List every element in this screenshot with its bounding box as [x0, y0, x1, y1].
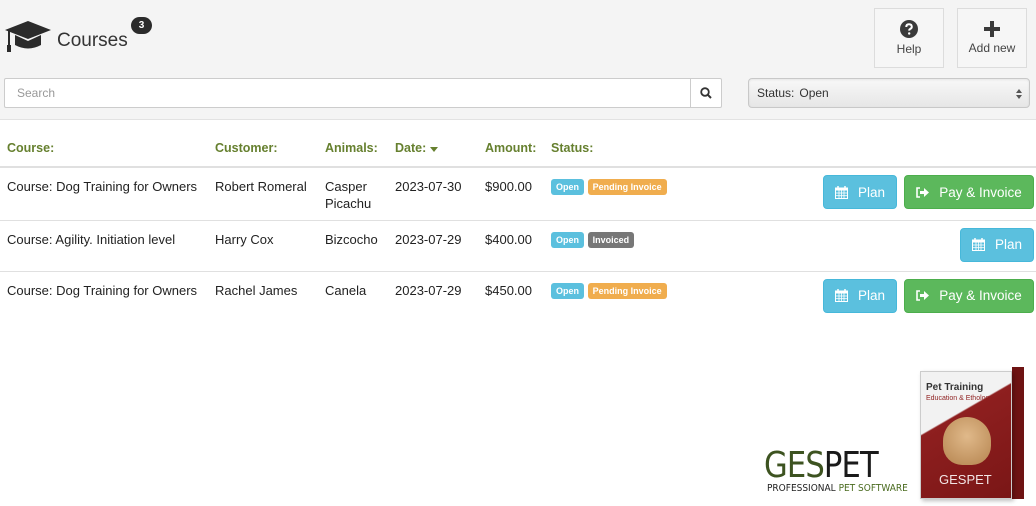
help-label: Help: [896, 42, 922, 56]
pay-invoice-label: Pay & Invoice: [939, 184, 1022, 200]
product-box-image: Pet Training Education & Ethology GESPET: [920, 371, 1012, 499]
plan-button-label: Plan: [857, 288, 886, 303]
cell-course: Course: Dog Training for Owners: [7, 282, 198, 298]
column-header-customer[interactable]: Customer:: [208, 130, 318, 168]
product-box-brand: GESPET: [939, 472, 992, 487]
page-title: Courses: [57, 30, 128, 51]
column-header-status[interactable]: Status:: [544, 130, 727, 168]
top-bar: Courses 3 Help Add new Status: Open: [0, 0, 1036, 120]
question-circle-icon: [900, 20, 918, 38]
cell-amount: $400.00: [478, 220, 544, 272]
cell-date: 2023-07-30: [388, 167, 478, 221]
plan-button[interactable]: Plan: [823, 278, 897, 313]
sign-out-icon: [916, 290, 930, 301]
column-header-date[interactable]: Date:: [388, 130, 478, 168]
status-badge: Open: [551, 179, 585, 195]
plan-button-label: Plan: [857, 184, 886, 200]
invoice-status-badge: Pending Invoice: [587, 179, 667, 195]
pay-invoice-button[interactable]: Pay & Invoice: [904, 278, 1034, 313]
plan-button[interactable]: Plan: [960, 227, 1034, 262]
column-header-amount[interactable]: Amount:: [478, 130, 544, 168]
cell-actions: Plan Pay & Invoice: [726, 271, 1036, 322]
pay-invoice-label: Pay & Invoice: [939, 288, 1022, 303]
column-header-course[interactable]: Course:: [0, 130, 208, 168]
product-box-title: Pet Training: [926, 382, 984, 393]
course-count-badge: 3: [131, 17, 152, 34]
add-new-label: Add new: [968, 41, 1016, 55]
table-row[interactable]: Course: Dog Training for Owners Rachel J…: [0, 271, 1036, 322]
logo-part-pet: PET: [823, 445, 879, 486]
add-new-button[interactable]: Add new: [957, 8, 1027, 68]
invoice-status-badge: Pending Invoice: [587, 282, 667, 299]
cell-status: Open Invoiced: [544, 220, 727, 272]
cell-animals: Casper Picachu: [318, 167, 388, 221]
column-header-animals[interactable]: Animals:: [318, 130, 388, 168]
cell-date: 2023-07-29: [388, 220, 478, 272]
product-box-subtitle: Education & Ethology: [926, 395, 993, 402]
invoice-status-badge: Invoiced: [587, 231, 635, 248]
cell-customer: Harry Cox: [208, 220, 318, 272]
cell-actions: Plan Pay & Invoice: [726, 167, 1036, 221]
status-filter-prefix: Status:: [757, 86, 795, 100]
cell-actions: Plan: [726, 220, 1036, 272]
sign-out-icon: [916, 186, 930, 198]
cell-animals: Canela: [325, 282, 367, 298]
gespet-promo: GESPET PROFESSIONAL PET SOFTWARE Pet Tra…: [760, 365, 1036, 506]
tagline-part2: PET SOFTWARE: [838, 483, 908, 494]
logo-part-ges: GES: [764, 445, 825, 486]
courses-table: Course: Customer: Animals: Date: Amount:…: [0, 130, 1036, 322]
cell-customer: Robert Romeral: [208, 167, 318, 221]
calendar-icon: [834, 185, 848, 199]
plan-button-label: Plan: [994, 237, 1023, 252]
calendar-icon: [971, 238, 985, 251]
gespet-logo: GESPET: [764, 445, 879, 486]
dog-image: [943, 417, 991, 465]
cell-course: Course: Dog Training for Owners: [0, 167, 208, 221]
status-filter-select[interactable]: Status: Open: [748, 78, 1030, 108]
cell-course: Course: Agility. Initiation level: [0, 220, 208, 272]
table-row[interactable]: Course: Agility. Initiation level Harry …: [0, 220, 1036, 272]
search-icon: [700, 87, 712, 99]
cell-animals: Bizcocho: [318, 220, 388, 272]
search-input[interactable]: [4, 78, 690, 108]
cell-amount: $900.00: [478, 167, 544, 221]
table-header-row: Course: Customer: Animals: Date: Amount:…: [0, 130, 1036, 168]
sort-desc-icon: [429, 147, 438, 152]
plus-icon: [984, 21, 1000, 37]
plan-button[interactable]: Plan: [823, 175, 897, 209]
select-arrows-icon: [1016, 89, 1022, 99]
product-box-side: [1012, 367, 1024, 499]
column-header-date-label: Date:: [395, 141, 427, 155]
calendar-icon: [834, 289, 848, 302]
cell-status: Open Pending Invoice: [544, 271, 726, 322]
cell-amount: $450.00: [485, 282, 532, 298]
tagline-part1: PROFESSIONAL: [767, 483, 839, 494]
gespet-tagline: PROFESSIONAL PET SOFTWARE: [767, 483, 908, 494]
table-row[interactable]: Course: Dog Training for Owners Robert R…: [0, 167, 1036, 221]
status-filter-value: Open: [799, 86, 829, 100]
status-badge: Open: [551, 282, 585, 299]
help-button[interactable]: Help: [874, 8, 944, 68]
column-header-actions: [726, 130, 1036, 168]
pay-invoice-button[interactable]: Pay & Invoice: [904, 175, 1034, 209]
graduation-cap-icon: [5, 21, 51, 52]
title-area: Courses: [4, 18, 128, 54]
cell-customer: Rachel James: [215, 282, 298, 298]
search-button[interactable]: [690, 78, 722, 108]
cell-status: Open Pending Invoice: [544, 167, 727, 221]
cell-date: 2023-07-29: [395, 282, 462, 298]
search-group: [4, 78, 722, 108]
status-badge: Open: [551, 231, 585, 248]
